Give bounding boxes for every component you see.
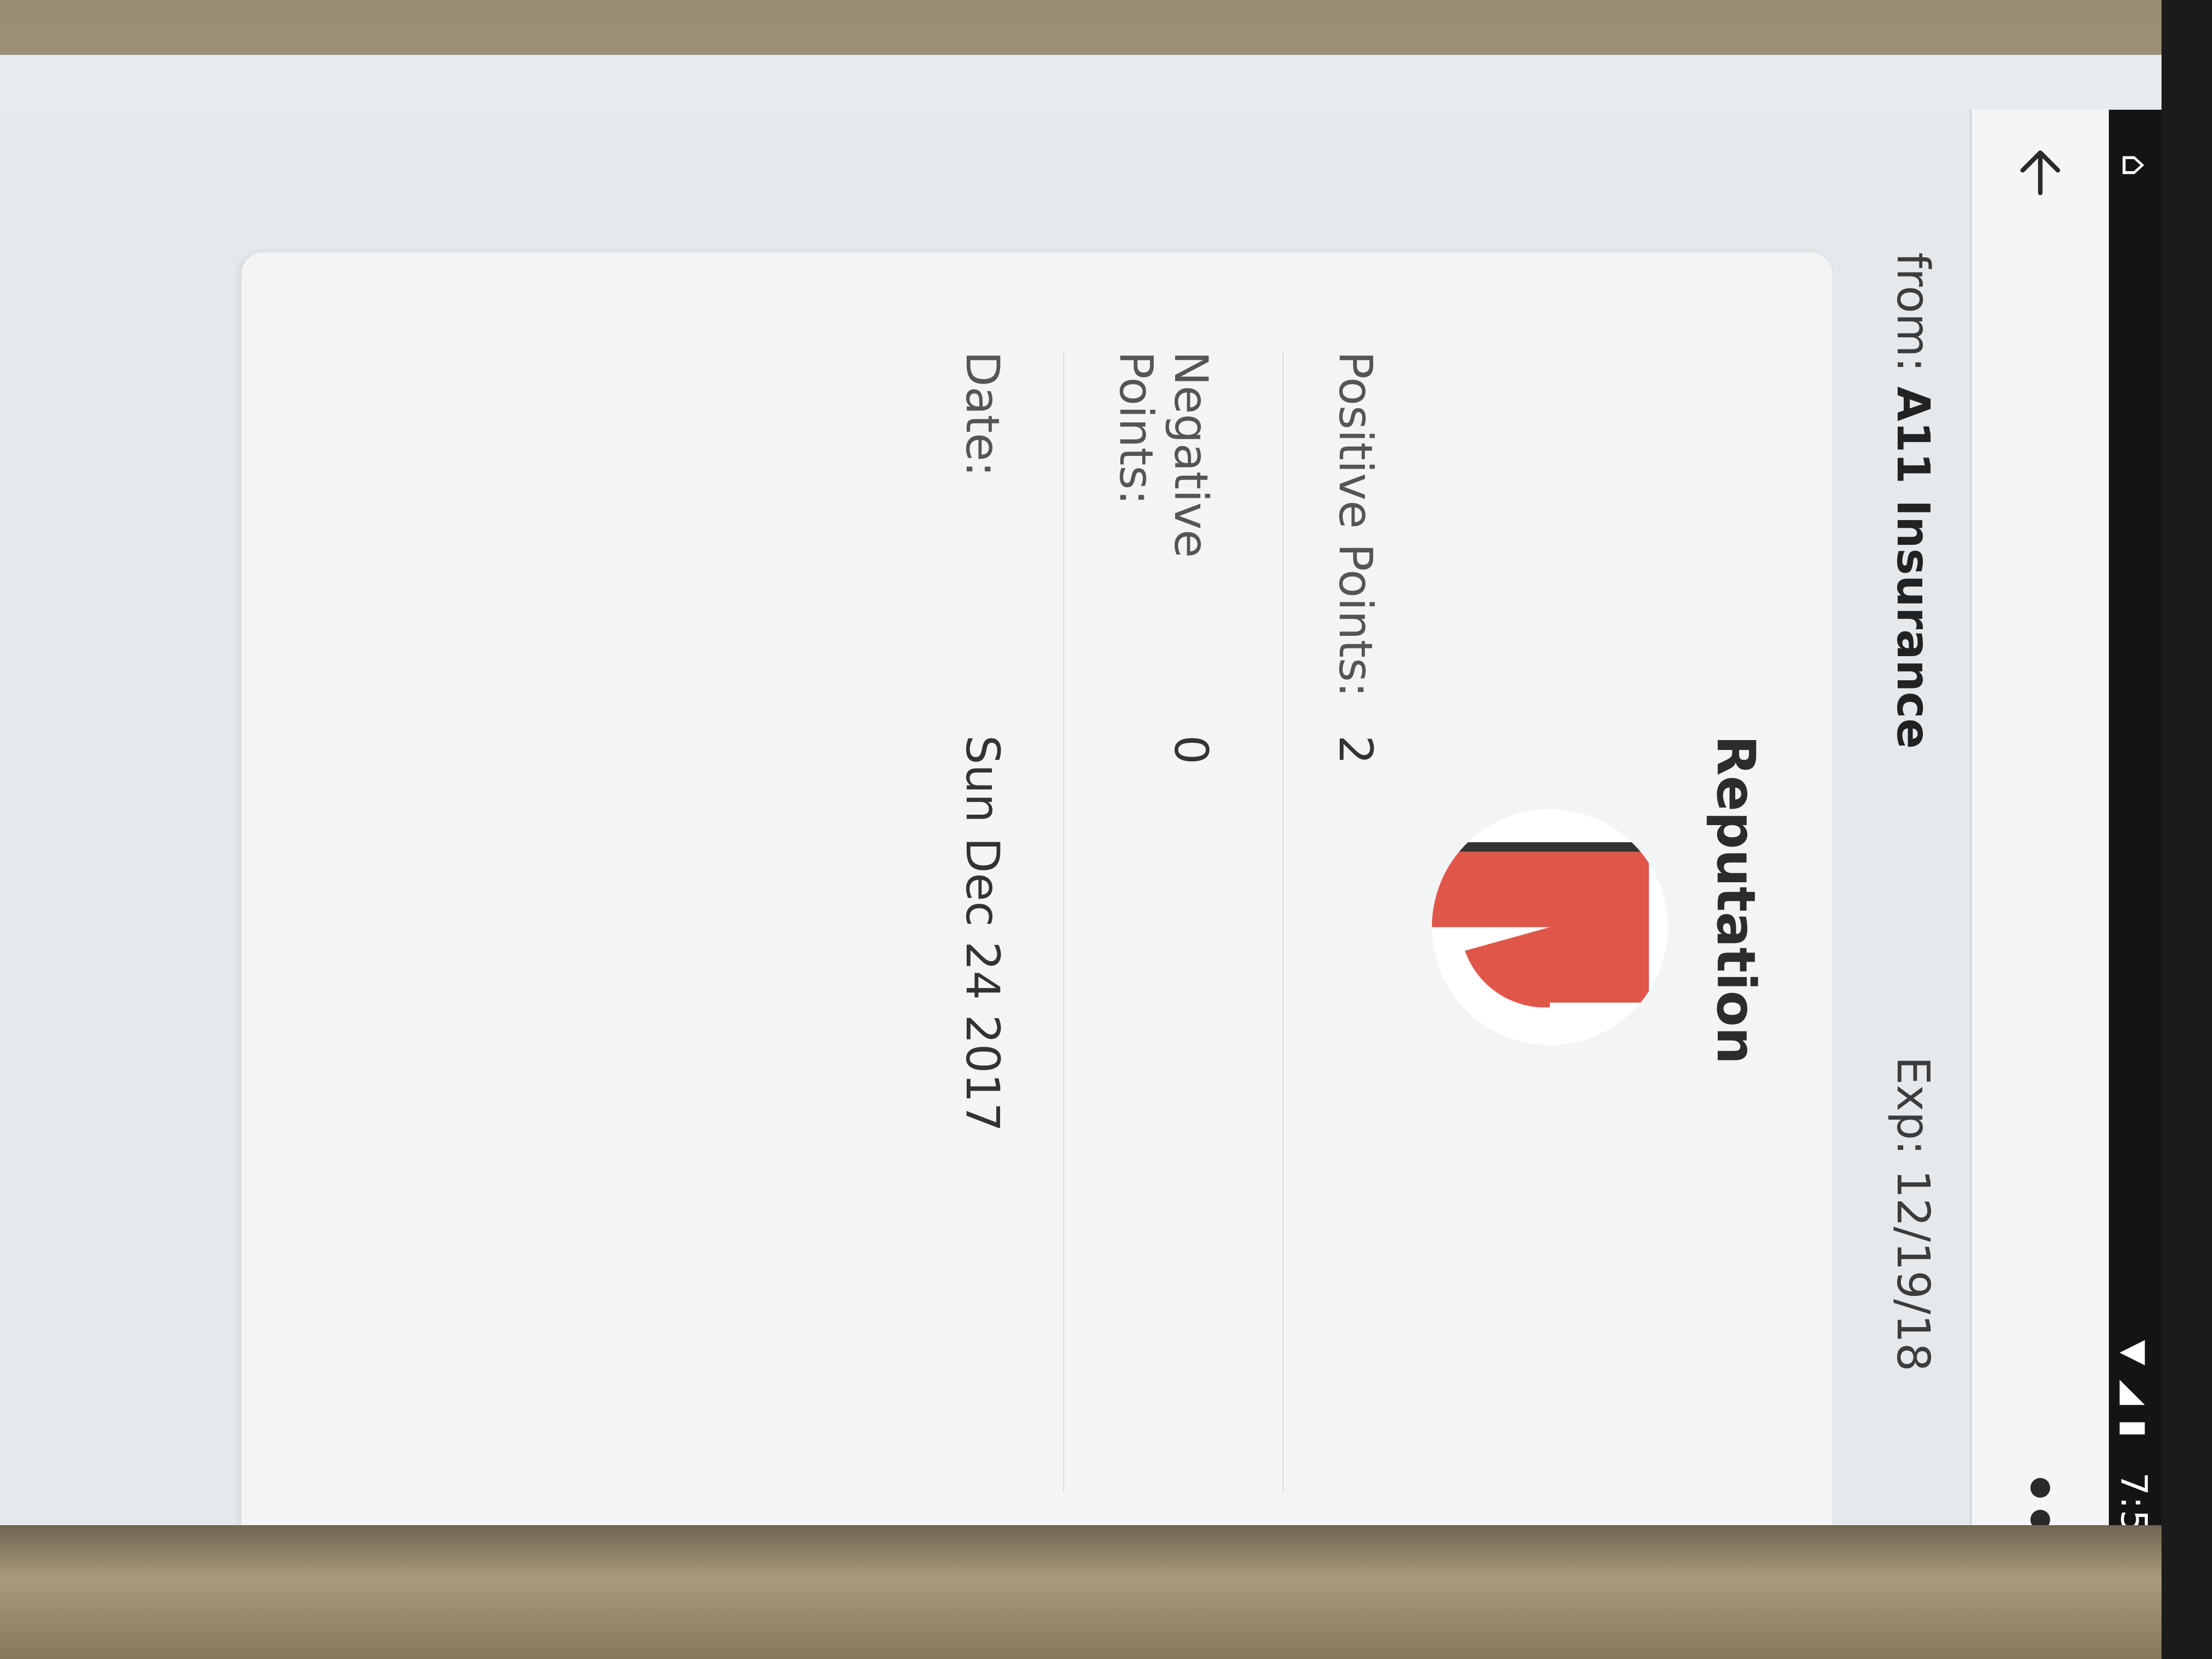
divider: [1283, 351, 1284, 1492]
negative-points-label-line1: Negative: [1164, 351, 1218, 558]
positive-points-label: Positive Points:: [1329, 351, 1383, 698]
battery-icon: ▮: [2115, 1419, 2154, 1437]
status-time: 7:59: [2113, 1472, 2155, 1525]
signal-icon: ◢: [2115, 1379, 2154, 1405]
date-value: Sun Dec 24 2017: [956, 735, 1009, 1132]
company-logo: [1432, 809, 1668, 1045]
from-prefix: from:: [1887, 252, 1939, 373]
divider: [1063, 351, 1064, 1492]
negative-points-label-line2: Points:: [1109, 351, 1163, 505]
more-options-button[interactable]: [2005, 1470, 2076, 1525]
phone-bezel: [2162, 0, 2212, 1659]
reputation-card: Reputation Positive Points: 2 Negative P…: [241, 252, 1832, 1525]
back-button[interactable]: [2005, 137, 2076, 208]
app-bar: [1970, 110, 2109, 1525]
more-dot: [2030, 1510, 2050, 1525]
arrow-left-icon: [2020, 150, 2061, 195]
wifi-icon: ▼: [2115, 1340, 2154, 1365]
expiry-date: Exp: 12/19/18: [1887, 1056, 1939, 1372]
date-label: Date:: [956, 351, 1009, 477]
from-label: from: A11 Insurance: [1887, 252, 1939, 749]
notification-icon: ⌂: [2114, 154, 2156, 177]
status-icons: ▼ ◢ ▮: [2115, 1340, 2154, 1437]
logo-graphic: [1432, 809, 1668, 1045]
more-dots-icon: [2030, 1478, 2050, 1498]
status-bar: ⌂ ▼ ◢ ▮ 7:59: [2109, 110, 2162, 1525]
sender-row: from: A11 Insurance Exp: 12/19/18: [1851, 110, 1972, 1525]
card-title: Reputation: [1705, 735, 1767, 1064]
sender-name: A11 Insurance: [1887, 386, 1939, 749]
positive-points-value: 2: [1329, 735, 1383, 765]
phone-screen: ⌂ ▼ ◢ ▮ 7:59 from: A11 Insurance Exp: 12…: [0, 55, 2162, 1525]
app-view: ⌂ ▼ ◢ ▮ 7:59 from: A11 Insurance Exp: 12…: [0, 110, 2162, 1525]
phone-frame-bottom: [0, 1525, 2162, 1659]
negative-points-value: 0: [1164, 735, 1218, 765]
